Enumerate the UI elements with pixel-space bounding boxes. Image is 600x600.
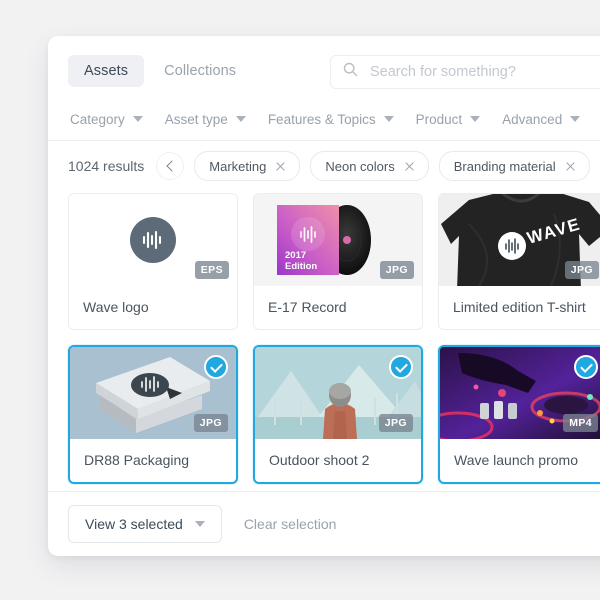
filter-advanced[interactable]: Advanced xyxy=(502,111,581,127)
asset-thumbnail: JPG xyxy=(255,347,421,439)
panel-header: Assets Collections xyxy=(48,36,600,98)
tab-bar: Assets Collections xyxy=(68,55,252,87)
view-selected-label: View 3 selected xyxy=(85,516,183,532)
selected-checkmark-icon[interactable] xyxy=(574,355,598,379)
format-badge: JPG xyxy=(378,414,413,432)
filter-chip-neon-colors[interactable]: Neon colors xyxy=(310,151,429,181)
tab-collections-label: Collections xyxy=(164,63,237,79)
filter-asset-type[interactable]: Asset type xyxy=(165,112,246,127)
asset-card-wave-logo[interactable]: EPS Wave logo xyxy=(68,193,238,330)
close-icon[interactable] xyxy=(275,161,285,171)
asset-title: Wave launch promo xyxy=(454,452,578,468)
filter-chip-branding-material[interactable]: Branding material xyxy=(438,151,590,181)
format-badge: JPG xyxy=(564,261,599,279)
chevron-down-icon xyxy=(194,521,205,527)
results-chips-bar: 1024 results Marketing Neon colors Brand… xyxy=(48,141,600,191)
asset-card-outdoor-shoot-2[interactable]: JPG Outdoor shoot 2 xyxy=(253,345,423,484)
results-count: 1024 results xyxy=(68,158,145,174)
chevron-down-icon xyxy=(235,116,246,122)
filter-features-topics[interactable]: Features & Topics xyxy=(268,112,394,127)
filter-product-label: Product xyxy=(415,111,463,127)
tab-assets[interactable]: Assets xyxy=(68,55,145,87)
format-badge: JPG xyxy=(379,261,414,279)
chevron-down-icon xyxy=(383,116,394,122)
asset-library-panel: Assets Collections Category Asset type xyxy=(48,36,600,556)
view-selected-button[interactable]: View 3 selected xyxy=(68,505,222,543)
asset-title: Wave logo xyxy=(83,299,149,315)
asset-grid: EPS Wave logo 2017 Edition JPG E-17 Reco… xyxy=(48,191,600,484)
filter-category[interactable]: Category xyxy=(70,112,143,127)
format-badge: MP4 xyxy=(563,414,598,432)
selected-checkmark-icon[interactable] xyxy=(389,355,413,379)
asset-title: E-17 Record xyxy=(268,299,347,315)
filter-bar: Category Asset type Features & Topics Pr… xyxy=(48,98,600,141)
filter-chip-label: Marketing xyxy=(209,158,267,174)
chevron-left-icon xyxy=(166,160,178,172)
search-icon xyxy=(343,62,358,82)
sleeve-edition: Edition xyxy=(285,261,317,272)
filter-features-topics-label: Features & Topics xyxy=(267,111,376,127)
filter-chip-marketing[interactable]: Marketing xyxy=(194,151,301,181)
asset-card-limited-edition-tshirt[interactable]: WAVE JPG Limited edition T-shirt xyxy=(438,193,600,330)
chevron-down-icon xyxy=(470,116,481,122)
chevron-down-icon xyxy=(570,116,581,122)
filter-chip-label: Neon colors xyxy=(325,158,395,174)
clear-selection-button[interactable]: Clear selection xyxy=(244,516,337,532)
filter-product[interactable]: Product xyxy=(416,112,481,127)
asset-thumbnail: JPG xyxy=(70,347,236,439)
filter-chip-label: Branding material xyxy=(453,158,556,174)
format-badge: EPS xyxy=(194,261,229,279)
search-input[interactable] xyxy=(368,63,600,81)
asset-thumbnail: MP4 xyxy=(440,347,600,439)
search-box[interactable] xyxy=(330,55,600,89)
asset-thumbnail: EPS xyxy=(69,194,237,286)
tab-collections[interactable]: Collections xyxy=(148,55,252,87)
asset-thumbnail: 2017 Edition JPG xyxy=(254,194,422,286)
asset-title: Outdoor shoot 2 xyxy=(269,452,370,468)
asset-title: DR88 Packaging xyxy=(84,452,190,468)
filter-asset-type-label: Asset type xyxy=(164,111,228,127)
asset-title: Limited edition T-shirt xyxy=(453,299,586,315)
filter-category-label: Category xyxy=(70,111,125,127)
asset-thumbnail: WAVE JPG xyxy=(439,194,600,286)
close-icon[interactable] xyxy=(565,161,575,171)
asset-card-wave-launch-promo[interactable]: MP4 Wave launch promo xyxy=(438,345,600,484)
chips-scroll-left-button[interactable] xyxy=(156,152,185,180)
tab-assets-label: Assets xyxy=(84,63,129,79)
asset-card-e17-record[interactable]: 2017 Edition JPG E-17 Record xyxy=(253,193,423,330)
selected-checkmark-icon[interactable] xyxy=(204,355,228,379)
waveform-logo-icon xyxy=(130,217,176,263)
chevron-down-icon xyxy=(132,116,143,122)
filter-advanced-label: Advanced xyxy=(502,111,563,127)
sleeve-year: 2017 xyxy=(285,250,306,261)
close-icon[interactable] xyxy=(404,161,414,171)
format-badge: JPG xyxy=(193,414,228,432)
selection-action-bar: View 3 selected Clear selection xyxy=(48,491,600,556)
asset-card-dr88-packaging[interactable]: JPG DR88 Packaging xyxy=(68,345,238,484)
